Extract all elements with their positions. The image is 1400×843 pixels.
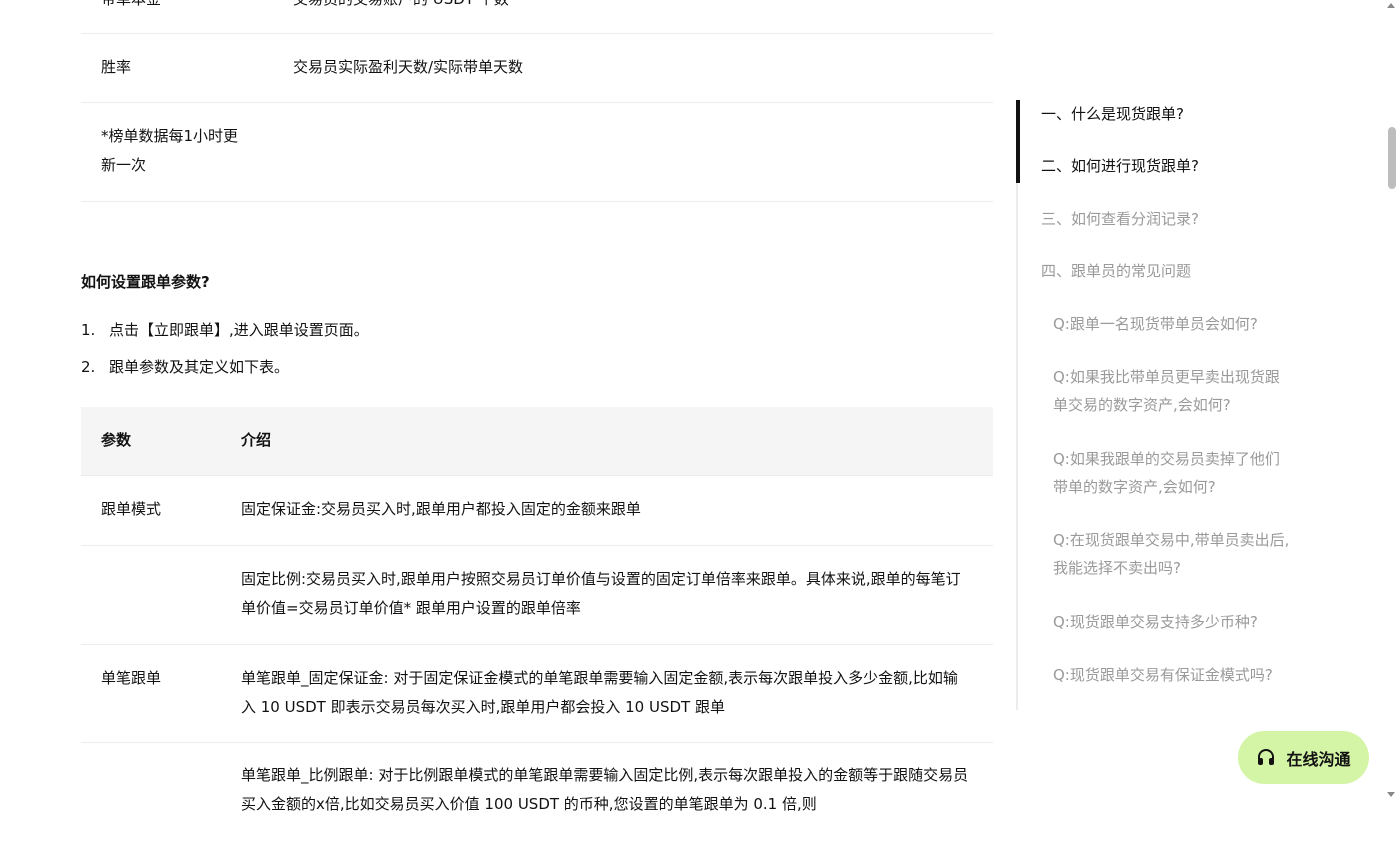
online-chat-button[interactable]: 在线沟通 <box>1238 731 1369 784</box>
param-desc: 交易员的交易账户的 USDT 个数 <box>293 0 509 14</box>
toc-item[interactable]: 二、如何进行现货跟单? <box>1041 152 1296 180</box>
step-item: 1. 点击【立即跟单】,进入跟单设置页面。 <box>81 319 369 341</box>
table-row: 固定比例:交易员买入时,跟单用户按照交易员订单价值与设置的固定订单倍率来跟单。具… <box>81 546 993 645</box>
param-name: 跟单模式 <box>101 500 162 518</box>
scroll-up-arrow-icon[interactable] <box>1387 3 1395 8</box>
table-row: *榜单数据每1小时更新一次 <box>81 103 993 202</box>
param-desc: 固定比例:交易员买入时,跟单用户按照交易员订单价值与设置的固定订单倍率来跟单。具… <box>241 570 961 617</box>
toc-subitem[interactable]: Q:如果我跟单的交易员卖掉了他们带单的数字资产,会如何? <box>1053 445 1293 501</box>
page-scrollbar[interactable] <box>1384 0 1400 800</box>
param-name: 带单本金 <box>101 0 161 14</box>
table-row: 单笔跟单_比例跟单: 对于比例跟单模式的单笔跟单需要输入固定比例,表示每次跟单投… <box>81 743 993 843</box>
scrollbar-thumb[interactable] <box>1388 127 1396 189</box>
table-row: 带单本金 交易员的交易账户的 USDT 个数 <box>81 0 993 34</box>
table-row: 跟单模式 固定保证金:交易员买入时,跟单用户都投入固定的金额来跟单 <box>81 476 993 546</box>
step-text: 点击【立即跟单】,进入跟单设置页面。 <box>109 321 369 339</box>
param-desc: 固定保证金:交易员买入时,跟单用户都投入固定的金额来跟单 <box>241 500 641 518</box>
param-name: 单笔跟单 <box>101 669 162 687</box>
table-row: 单笔跟单 单笔跟单_固定保证金: 对于固定保证金模式的单笔跟单需要输入固定金额,… <box>81 645 993 743</box>
table-footnote: *榜单数据每1小时更新一次 <box>101 127 239 174</box>
param-desc: 单笔跟单_比例跟单: 对于比例跟单模式的单笔跟单需要输入固定比例,表示每次跟单投… <box>241 766 969 813</box>
toc-subitem[interactable]: Q:在现货跟单交易中,带单员卖出后,我能选择不卖出吗? <box>1053 526 1293 582</box>
param-desc: 交易员实际盈利天数/实际带单天数 <box>293 58 524 76</box>
param-desc: 单笔跟单_固定保证金: 对于固定保证金模式的单笔跟单需要输入固定金额,表示每次跟… <box>241 669 958 716</box>
online-chat-label: 在线沟通 <box>1286 749 1351 769</box>
toc-subitem[interactable]: Q:跟单一名现货带单员会如何? <box>1053 310 1293 338</box>
toc-subitem[interactable]: Q:现货跟单交易有保证金模式吗? <box>1053 661 1293 689</box>
toc-active-indicator <box>1016 100 1020 183</box>
table-row: 胜率 交易员实际盈利天数/实际带单天数 <box>81 34 993 103</box>
scroll-down-arrow-icon[interactable] <box>1387 792 1395 797</box>
step-number: 1. <box>81 321 96 339</box>
step-number: 2. <box>81 358 96 376</box>
step-text: 跟单参数及其定义如下表。 <box>109 358 290 376</box>
table-of-contents: 一、什么是现货跟单? 二、如何进行现货跟单? 三、如何查看分润记录? 四、跟单员… <box>1016 100 1308 710</box>
toc-item[interactable]: 三、如何查看分润记录? <box>1041 205 1296 233</box>
toc-subitem[interactable]: Q:现货跟单交易支持多少币种? <box>1053 608 1293 636</box>
column-header-param: 参数 <box>101 431 132 449</box>
headset-icon <box>1258 748 1275 765</box>
param-name: 胜率 <box>101 58 132 76</box>
table-header: 参数 介绍 <box>81 407 993 476</box>
toc-item[interactable]: 一、什么是现货跟单? <box>1041 100 1296 128</box>
column-header-intro: 介绍 <box>241 431 272 449</box>
section-heading: 如何设置跟单参数? <box>81 273 210 291</box>
toc-subitem[interactable]: Q:如果我比带单员更早卖出现货跟单交易的数字资产,会如何? <box>1053 363 1293 419</box>
step-item: 2. 跟单参数及其定义如下表。 <box>81 356 289 378</box>
toc-item[interactable]: 四、跟单员的常见问题 <box>1041 257 1296 285</box>
